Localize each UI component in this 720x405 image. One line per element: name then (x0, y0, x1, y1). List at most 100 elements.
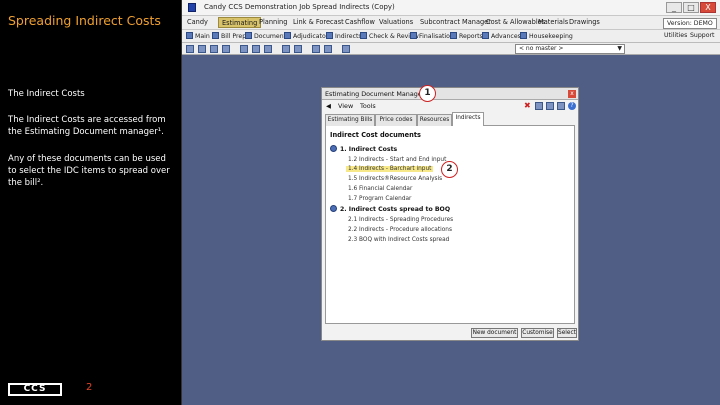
filter-icon[interactable] (294, 45, 302, 53)
tool-finalisation[interactable]: Finalisation (410, 32, 454, 40)
help-icon[interactable] (342, 45, 350, 53)
menu-cashflow[interactable]: Cashflow (345, 18, 375, 26)
menu-valuations[interactable]: Valuations (379, 18, 413, 26)
dialog-close-button[interactable]: x (568, 90, 576, 98)
select-button[interactable]: Select (557, 328, 577, 338)
menu-link-forecast[interactable]: Link & Forecast (293, 18, 344, 26)
list-item-highlighted[interactable]: 1.4 Indirects - Barchart input (346, 166, 434, 172)
menu-estimating[interactable]: Estimating (218, 17, 262, 28)
version-badge: Version: DEMO (663, 18, 717, 29)
chevron-down-icon: ▼ (617, 45, 622, 52)
bill-prep-icon (212, 32, 219, 39)
list-item[interactable]: 1.2 Indirects - Start and End input (348, 157, 446, 163)
tool-adjudicators[interactable]: Adjudicators (284, 32, 332, 40)
group-indirect-spread[interactable]: 2. Indirect Costs spread to BOQ (330, 205, 450, 213)
support-menu[interactable]: Support (690, 32, 714, 39)
finalisation-icon (410, 32, 417, 39)
title-bar: Candy CCS Demonstration Job Spread Indir… (182, 0, 720, 16)
grid-icon[interactable] (557, 102, 565, 110)
list-item[interactable]: 1.6 Financial Calendar (348, 186, 412, 192)
dialog-menu-tools[interactable]: Tools (360, 102, 376, 110)
folder-icon (330, 205, 337, 212)
list-item[interactable]: 1.7 Program Calendar (348, 196, 411, 202)
menu-planning[interactable]: Planning (259, 18, 287, 26)
list-item[interactable]: 2.2 Indirects - Procedure allocations (348, 227, 452, 233)
menu-materials[interactable]: Materials (538, 18, 568, 26)
dialog-back-icon[interactable]: ◀ (326, 102, 331, 110)
tool-bill-prep[interactable]: Bill Prep (212, 32, 246, 40)
paste-icon[interactable] (264, 45, 272, 53)
dialog-menu-bar: ◀ View Tools ✖ ? (322, 100, 578, 112)
delete-icon[interactable]: ✖ (524, 102, 532, 110)
calc-icon[interactable] (312, 45, 320, 53)
tab-indirects[interactable]: Indirects (452, 112, 484, 126)
tool-documents[interactable]: Documents (245, 32, 289, 40)
new-icon[interactable] (186, 45, 194, 53)
customise-button[interactable]: Customise (521, 328, 554, 338)
print-icon[interactable] (222, 45, 230, 53)
check-review-icon (360, 32, 367, 39)
indirects-icon (326, 32, 333, 39)
ccs-logo: CCS (8, 383, 62, 396)
dialog-tabs: Estimating Bills Price codes Resources I… (325, 112, 575, 126)
menu-drawings[interactable]: Drawings (569, 18, 600, 26)
chart-icon[interactable] (324, 45, 332, 53)
maximize-button[interactable]: □ (683, 2, 699, 13)
document-manager-dialog: Estimating Document Manager x ◀ View Too… (321, 87, 579, 341)
menu-cost-allowables[interactable]: Cost & Allowables (486, 18, 545, 26)
tab-resources[interactable]: Resources (417, 114, 452, 126)
quick-toolbar: < no master > ▼ (182, 43, 720, 55)
dialog-title-bar: Estimating Document Manager x (322, 88, 578, 100)
list-icon[interactable] (546, 102, 554, 110)
housekeeping-icon (520, 32, 527, 39)
copy-icon[interactable] (252, 45, 260, 53)
documents-icon (245, 32, 252, 39)
list-item[interactable]: 2.1 Indirects - Spreading Procedures (348, 217, 453, 223)
main-icon (186, 32, 193, 39)
list-item[interactable]: 2.3 BOQ with Indirect Costs spread (348, 237, 449, 243)
menu-subcontract-manager[interactable]: Subcontract Manager (420, 18, 491, 26)
menu-candy[interactable]: Candy (187, 18, 208, 26)
tool-main[interactable]: Main (186, 32, 210, 40)
menu-bar: Candy Estimating Planning Link & Forecas… (182, 16, 720, 30)
page-number: 2 (86, 382, 93, 393)
cut-icon[interactable] (240, 45, 248, 53)
tool-housekeeping[interactable]: Housekeeping (520, 32, 573, 40)
group-indirect-costs[interactable]: 1. Indirect Costs (330, 145, 397, 153)
close-button[interactable]: X (700, 2, 716, 13)
paragraph-usage: Any of these documents can be used to se… (8, 154, 170, 188)
save-icon[interactable] (210, 45, 218, 53)
minimize-button[interactable]: _ (666, 2, 682, 13)
list-item[interactable]: 1.5 Indirects®Resource Analysis (348, 176, 442, 182)
tab-price-codes[interactable]: Price codes (375, 114, 417, 126)
tab-estimating-bills[interactable]: Estimating Bills (325, 114, 375, 126)
find-icon[interactable] (282, 45, 290, 53)
slide-title: Spreading Indirect Costs (8, 13, 161, 28)
tool-indirects[interactable]: Indirects (326, 32, 362, 40)
tool-reports[interactable]: Reports (450, 32, 483, 40)
paragraph-heading: The Indirect Costs (8, 89, 85, 99)
advances-icon (482, 32, 489, 39)
panel-heading: Indirect Cost documents (330, 131, 421, 139)
help-icon[interactable]: ? (568, 102, 576, 110)
callout-2: 2 (441, 161, 458, 178)
adjudicators-icon (284, 32, 291, 39)
dialog-button-row: New document Customise Select (322, 327, 578, 341)
tree-icon[interactable] (535, 102, 543, 110)
dialog-title: Estimating Document Manager (325, 90, 425, 98)
callout-1: 1 (419, 85, 436, 102)
paragraph-access: The Indirect Costs are accessed from the… (8, 115, 166, 137)
application-window: Candy CCS Demonstration Job Spread Indir… (181, 0, 720, 405)
utilities-menu[interactable]: Utilities (664, 32, 687, 39)
indirects-panel: Indirect Cost documents 1. Indirect Cost… (325, 126, 575, 324)
master-select[interactable]: < no master > ▼ (515, 44, 625, 54)
new-document-button[interactable]: New document (471, 328, 518, 338)
open-icon[interactable] (198, 45, 206, 53)
toolbar: Main Bill Prep Documents Adjudicators In… (182, 30, 720, 43)
slide: Spreading Indirect Costs The Indirect Co… (0, 0, 720, 405)
tool-advances[interactable]: Advances (482, 32, 521, 40)
dialog-menu-view[interactable]: View (338, 102, 353, 110)
narrative-panel: Spreading Indirect Costs The Indirect Co… (0, 0, 180, 405)
folder-icon (330, 145, 337, 152)
reports-icon (450, 32, 457, 39)
